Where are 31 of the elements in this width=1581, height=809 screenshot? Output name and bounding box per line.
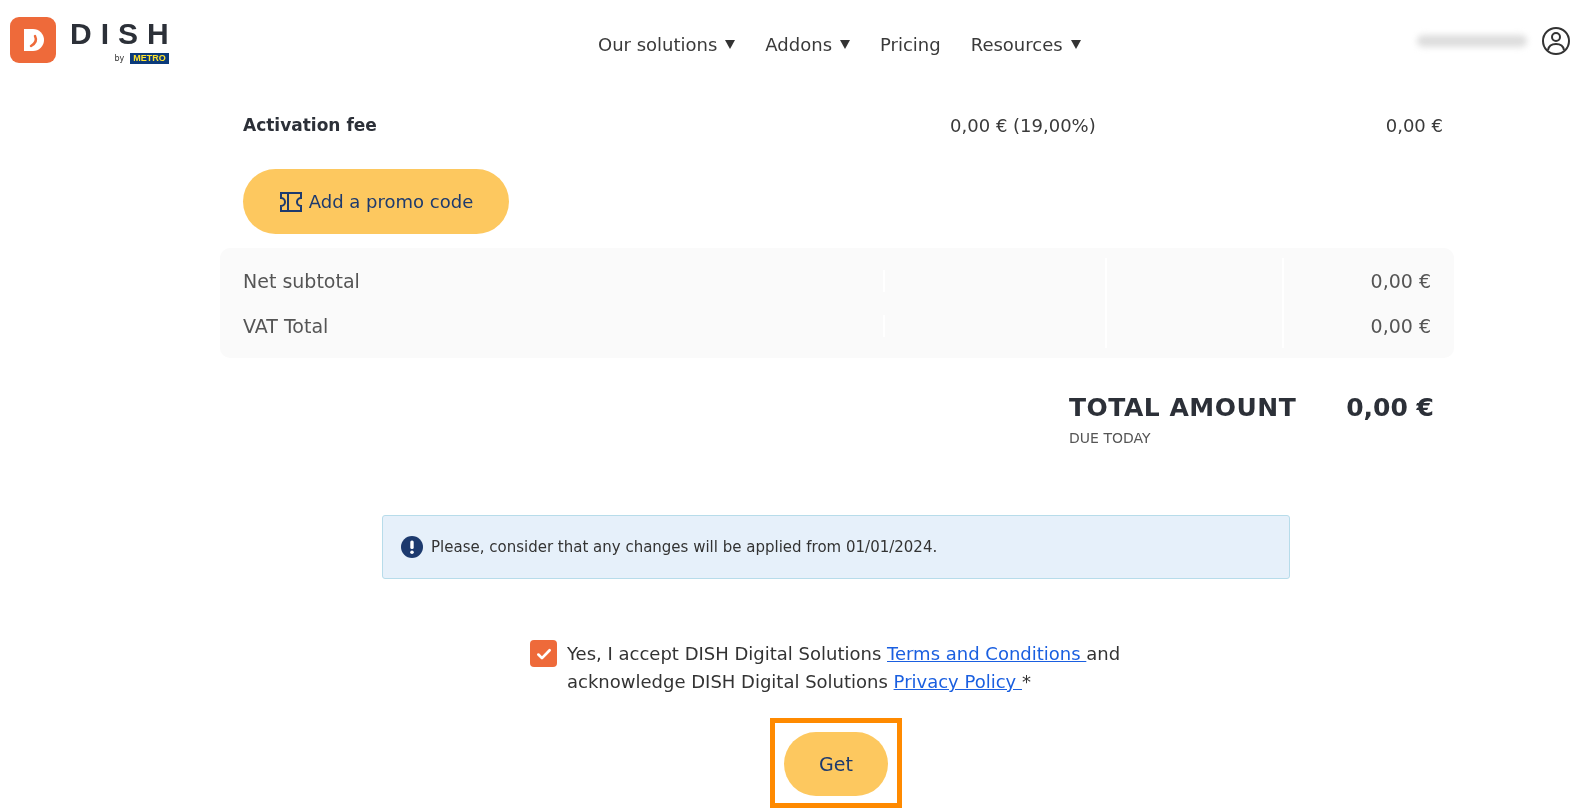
nav-link[interactable]: Our solutions bbox=[598, 34, 718, 55]
fee-amount: 0,00 € bbox=[1385, 114, 1443, 136]
terms-link[interactable]: Terms and Conditions bbox=[887, 643, 1087, 664]
exclamation-icon bbox=[401, 536, 423, 558]
logo-by-text: by bbox=[114, 53, 125, 63]
consent-checkbox[interactable] bbox=[530, 640, 557, 667]
brand-badge: METRO bbox=[130, 52, 169, 64]
total-label: TOTAL AMOUNT bbox=[1069, 393, 1297, 422]
notice-text: Please, consider that any changes will be applied from 01/01/2024. bbox=[431, 538, 938, 556]
nav-link[interactable]: Addons bbox=[765, 34, 832, 55]
summary-amount: 0,00 € bbox=[1369, 269, 1432, 292]
fee-label: Activation fee bbox=[243, 115, 377, 135]
user-account-icon[interactable] bbox=[1541, 26, 1571, 56]
logo-wordmark: DISH bbox=[70, 16, 178, 51]
nav-link[interactable]: Pricing bbox=[880, 34, 941, 55]
caret-icon[interactable] bbox=[725, 40, 736, 49]
summary-label: Net subtotal bbox=[220, 269, 885, 292]
total-amount: 0,00 € bbox=[1346, 393, 1434, 424]
due-today-note: DUE TODAY bbox=[1069, 430, 1152, 446]
nav-link[interactable]: Resources bbox=[970, 34, 1063, 55]
ticket-icon bbox=[278, 190, 303, 213]
promo-code-button[interactable]: Add a promo code bbox=[243, 169, 509, 234]
summary-amount: 0,00 € bbox=[1369, 314, 1432, 337]
logo-mark-icon bbox=[10, 16, 56, 63]
caret-icon[interactable] bbox=[1070, 40, 1081, 49]
caret-icon[interactable] bbox=[840, 40, 850, 49]
summary-label: VAT Total bbox=[220, 314, 885, 337]
fee-tax: 0,00 € (19,00%) bbox=[950, 114, 1096, 136]
privacy-link[interactable]: Privacy Policy bbox=[893, 671, 1022, 692]
consent-text: Yes, I accept DISH Digital Solutions Terms and Conditions and acknowledge DISH Digital Solutions Privacy Policy * bbox=[567, 642, 1122, 694]
get-button[interactable]: Get bbox=[784, 732, 888, 796]
